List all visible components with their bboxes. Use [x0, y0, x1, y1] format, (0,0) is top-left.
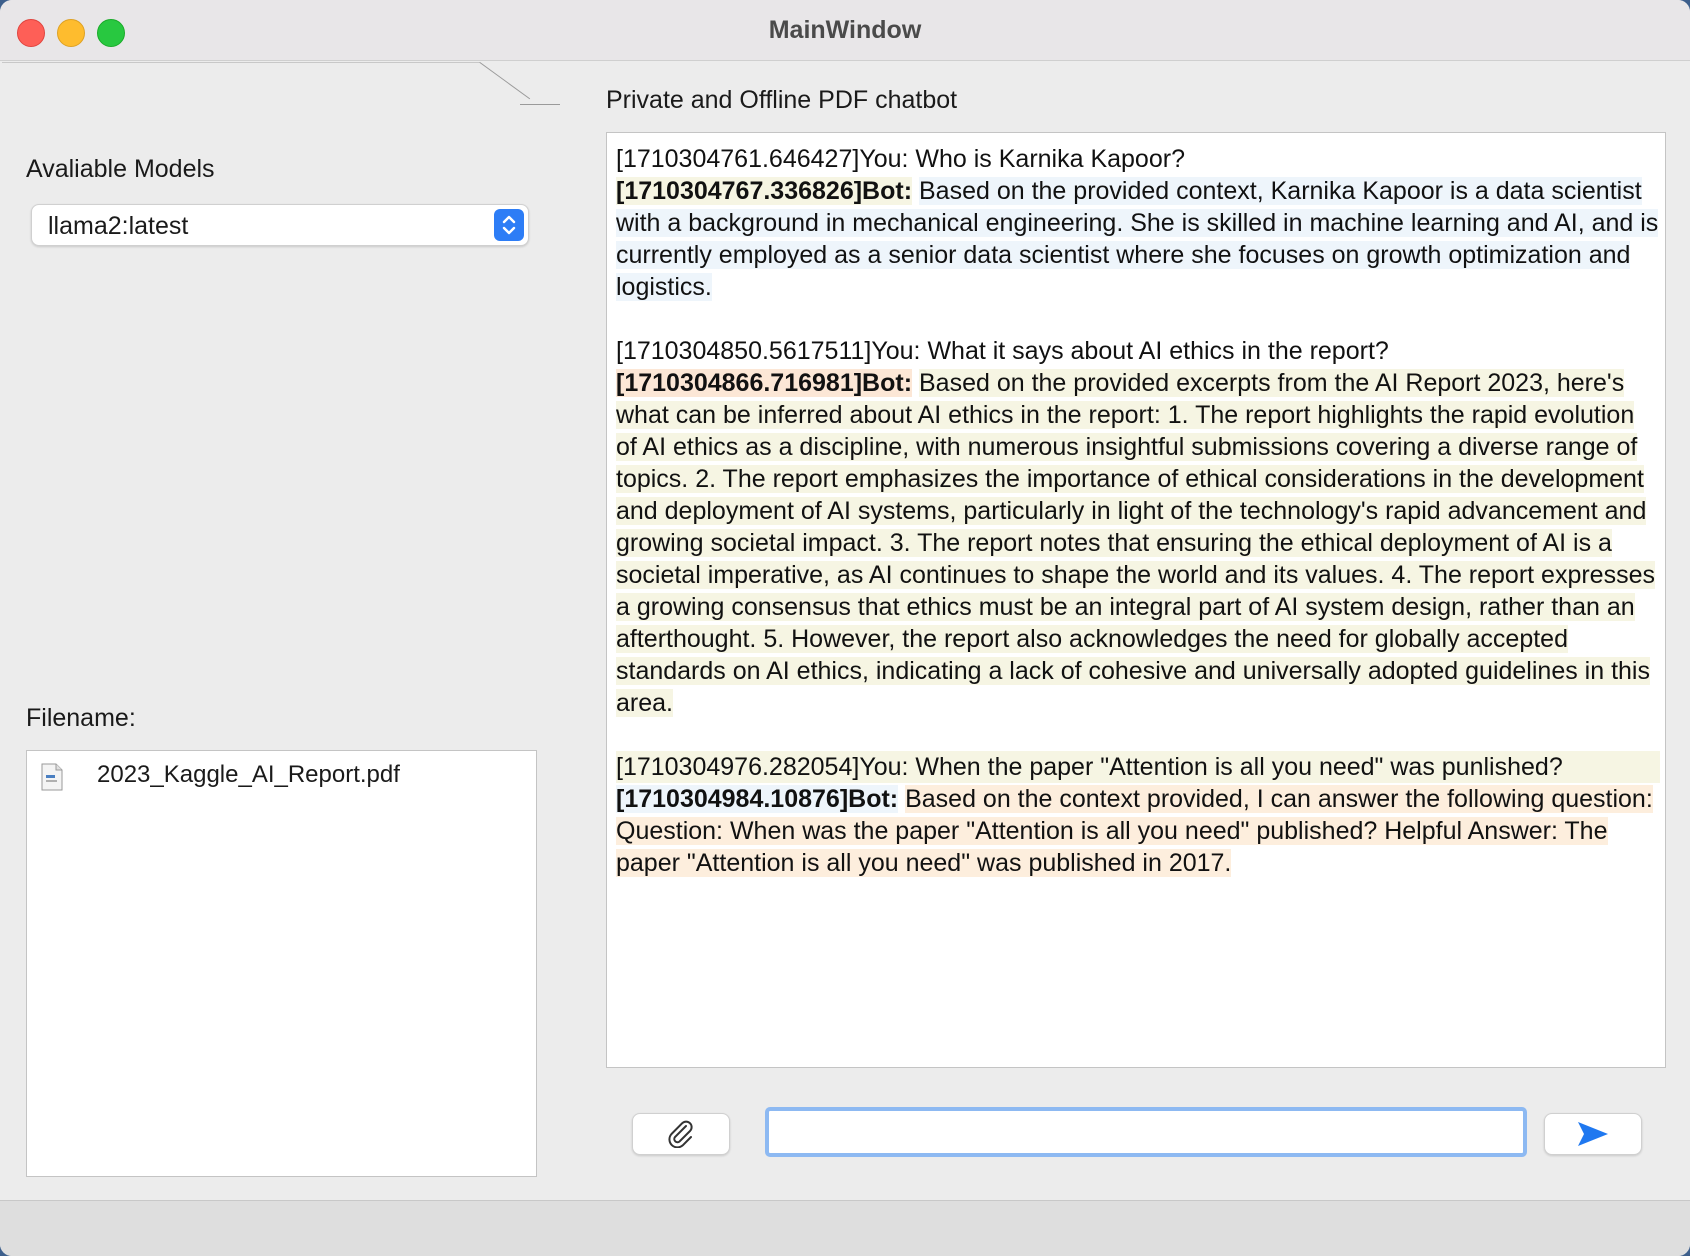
models-label: Avaliable Models: [26, 155, 215, 183]
chat-history[interactable]: [1710304761.646427]You: Who is Karnika K…: [606, 132, 1666, 1068]
paperclip-icon: [668, 1120, 693, 1148]
title-bar: MainWindow: [0, 0, 1690, 61]
splitter-line: [520, 104, 560, 105]
splitter-line: [2, 62, 480, 63]
main-window: MainWindow Avaliable Models llama2:lates…: [0, 0, 1690, 1256]
filename-label: Filename:: [26, 704, 136, 732]
bot-message: [1710304767.336826]Bot: Based on the pro…: [616, 177, 1659, 301]
send-arrow-icon: [1578, 1122, 1608, 1146]
chevron-updown-icon[interactable]: [494, 209, 524, 241]
user-message: [1710304976.282054]You: When the paper "…: [616, 751, 1660, 783]
status-bar: [0, 1200, 1690, 1256]
user-message: [1710304850.5617511]You: What it says ab…: [616, 337, 1389, 365]
bot-message: [1710304984.10876]Bot: Based on the cont…: [616, 785, 1653, 877]
user-message: [1710304761.646427]You: Who is Karnika K…: [616, 145, 1185, 173]
pdf-file-icon: [41, 763, 63, 791]
file-list[interactable]: 2023_Kaggle_AI_Report.pdf: [26, 750, 537, 1177]
file-name: 2023_Kaggle_AI_Report.pdf: [97, 761, 400, 788]
chat-message: [1710304761.646427]You: Who is Karnika K…: [616, 143, 1660, 303]
attach-button[interactable]: [632, 1113, 730, 1155]
window-title: MainWindow: [768, 16, 922, 44]
send-button[interactable]: [1544, 1113, 1642, 1155]
page-title: Private and Offline PDF chatbot: [606, 86, 958, 114]
message-input[interactable]: [765, 1107, 1527, 1157]
bot-message: [1710304866.716981]Bot: Based on the pro…: [616, 369, 1655, 717]
chat-message: [1710304850.5617511]You: What it says ab…: [616, 335, 1660, 719]
model-select[interactable]: llama2:latest: [31, 204, 529, 246]
chat-message: [1710304976.282054]You: When the paper "…: [616, 751, 1660, 879]
model-select-value: llama2:latest: [48, 212, 189, 240]
